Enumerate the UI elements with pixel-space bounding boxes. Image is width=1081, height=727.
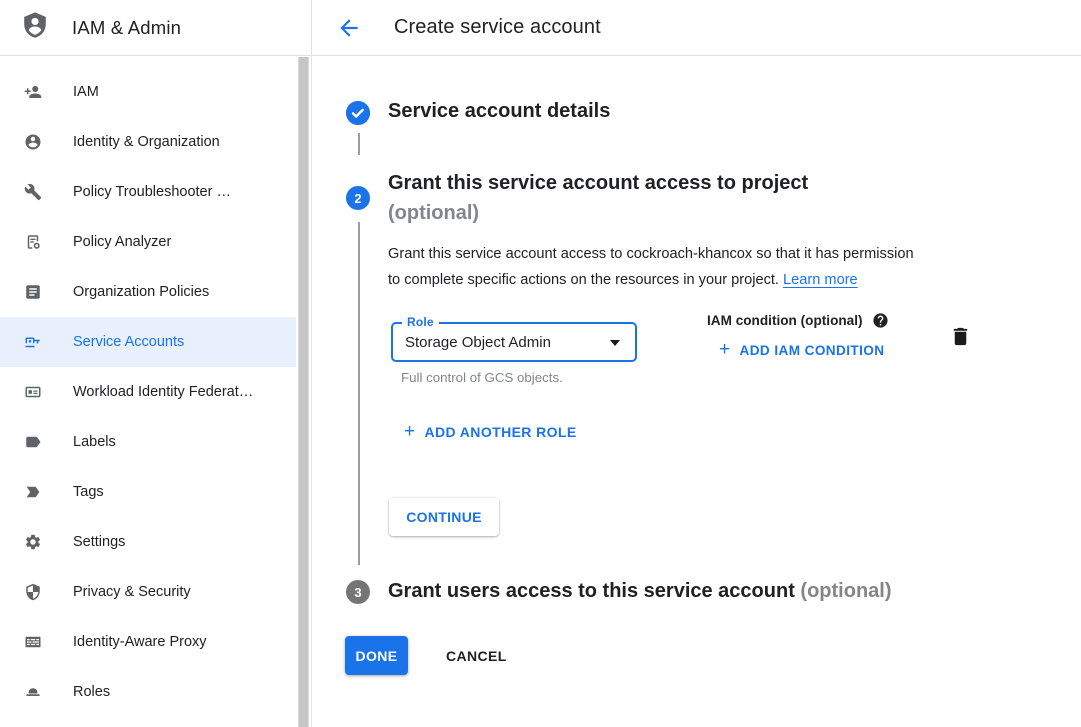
sidebar: IAM & Admin IAM Identity & Organization (0, 0, 311, 727)
dropdown-caret-icon (610, 340, 620, 346)
step2-heading: Grant this service account access to pro… (388, 168, 808, 228)
main-panel: Create service account Service account d… (311, 0, 1081, 727)
wrench-icon (24, 183, 42, 201)
sidebar-item-privacy-security[interactable]: Privacy & Security (0, 567, 296, 617)
sidebar-item-label: Policy Troubleshooter … (73, 184, 231, 200)
step2-number-badge: 2 (346, 186, 370, 210)
add-another-role-label: ADD ANOTHER ROLE (425, 424, 577, 440)
step1-title: Service account details (388, 100, 610, 123)
hat-icon (24, 683, 42, 701)
role-select[interactable]: Role Storage Object Admin (391, 322, 637, 362)
sidebar-scrollbar-track (296, 57, 311, 727)
tag-arrow-icon (24, 483, 42, 501)
done-button[interactable]: DONE (345, 636, 408, 675)
role-helper-text: Full control of GCS objects. (401, 370, 563, 385)
sidebar-item-label: Policy Analyzer (73, 234, 171, 250)
policy-analyzer-icon (24, 233, 42, 251)
step-connector-line (358, 222, 360, 565)
sidebar-item-label: IAM (73, 84, 99, 100)
sidebar-nav: IAM Identity & Organization Policy Troub… (0, 67, 296, 717)
sidebar-item-settings[interactable]: Settings (0, 517, 296, 567)
service-account-key-icon (24, 333, 42, 351)
plus-icon: + (719, 342, 731, 358)
page-title: Create service account (394, 16, 601, 39)
app-window: IAM & Admin IAM Identity & Organization (0, 0, 1081, 727)
iam-condition-label: IAM condition (optional) (707, 313, 863, 328)
continue-button[interactable]: CONTINUE (389, 498, 499, 536)
sidebar-item-identity-organization[interactable]: Identity & Organization (0, 117, 296, 167)
role-select-value: Storage Object Admin (405, 334, 551, 351)
sidebar-item-label: Roles (73, 684, 110, 700)
add-another-role-button[interactable]: + ADD ANOTHER ROLE (404, 424, 577, 440)
sidebar-item-workload-identity-federation[interactable]: Workload Identity Federat… (0, 367, 296, 417)
sidebar-item-labels[interactable]: Labels (0, 417, 296, 467)
cancel-button[interactable]: CANCEL (446, 636, 507, 675)
learn-more-link[interactable]: Learn more (783, 272, 858, 288)
step3-optional-label: (optional) (800, 580, 891, 602)
iam-condition-row: IAM condition (optional) (707, 312, 889, 329)
step-connector-line (358, 133, 360, 155)
step2-optional-label: (optional) (388, 198, 808, 228)
sidebar-header: IAM & Admin (0, 0, 311, 56)
card-icon (24, 383, 42, 401)
sidebar-item-policy-troubleshooter[interactable]: Policy Troubleshooter … (0, 167, 296, 217)
sidebar-item-tags[interactable]: Tags (0, 467, 296, 517)
step2-description: Grant this service account access to coc… (388, 242, 914, 293)
main-header: Create service account (312, 0, 1081, 56)
description-line1: Grant this service account access to coc… (388, 246, 914, 262)
step3-title: Grant users access to this service accou… (388, 580, 795, 602)
sidebar-item-label: Identity-Aware Proxy (73, 634, 207, 650)
help-icon[interactable] (872, 312, 889, 329)
add-iam-condition-button[interactable]: + ADD IAM CONDITION (719, 342, 885, 358)
sidebar-item-label: Organization Policies (73, 284, 209, 300)
sidebar-item-label: Workload Identity Federat… (73, 384, 253, 400)
sidebar-item-roles[interactable]: Roles (0, 667, 296, 717)
gear-icon (24, 533, 42, 551)
sidebar-item-label: Privacy & Security (73, 584, 191, 600)
sidebar-title: IAM & Admin (72, 17, 181, 39)
description-line2: to complete specific actions on the reso… (388, 272, 779, 288)
sidebar-item-policy-analyzer[interactable]: Policy Analyzer (0, 217, 296, 267)
step1-complete-check-icon (346, 101, 370, 125)
plus-icon: + (404, 424, 416, 440)
article-icon (24, 283, 42, 301)
iam-admin-shield-logo-icon (20, 10, 50, 45)
sidebar-scrollbar-thumb[interactable] (298, 57, 309, 727)
label-icon (24, 433, 42, 451)
sidebar-item-label: Labels (73, 434, 116, 450)
shield-half-icon (24, 583, 42, 601)
sidebar-item-service-accounts[interactable]: Service Accounts (0, 317, 296, 367)
sidebar-item-label: Tags (73, 484, 104, 500)
role-select-label: Role (402, 315, 439, 329)
person-add-icon (24, 83, 42, 101)
sidebar-item-identity-aware-proxy[interactable]: Identity-Aware Proxy (0, 617, 296, 667)
sidebar-item-iam[interactable]: IAM (0, 67, 296, 117)
proxy-icon (24, 633, 42, 651)
sidebar-item-organization-policies[interactable]: Organization Policies (0, 267, 296, 317)
step3-heading: Grant users access to this service accou… (388, 580, 892, 603)
sidebar-item-label: Settings (73, 534, 125, 550)
sidebar-item-label: Identity & Organization (73, 134, 220, 150)
back-arrow-icon[interactable] (336, 15, 362, 41)
sidebar-item-label: Service Accounts (73, 334, 184, 350)
step3-number-badge: 3 (346, 580, 370, 604)
add-iam-condition-label: ADD IAM CONDITION (740, 343, 885, 358)
step2-title: Grant this service account access to pro… (388, 168, 808, 198)
delete-role-trash-icon[interactable] (949, 325, 973, 349)
account-circle-icon (24, 133, 42, 151)
